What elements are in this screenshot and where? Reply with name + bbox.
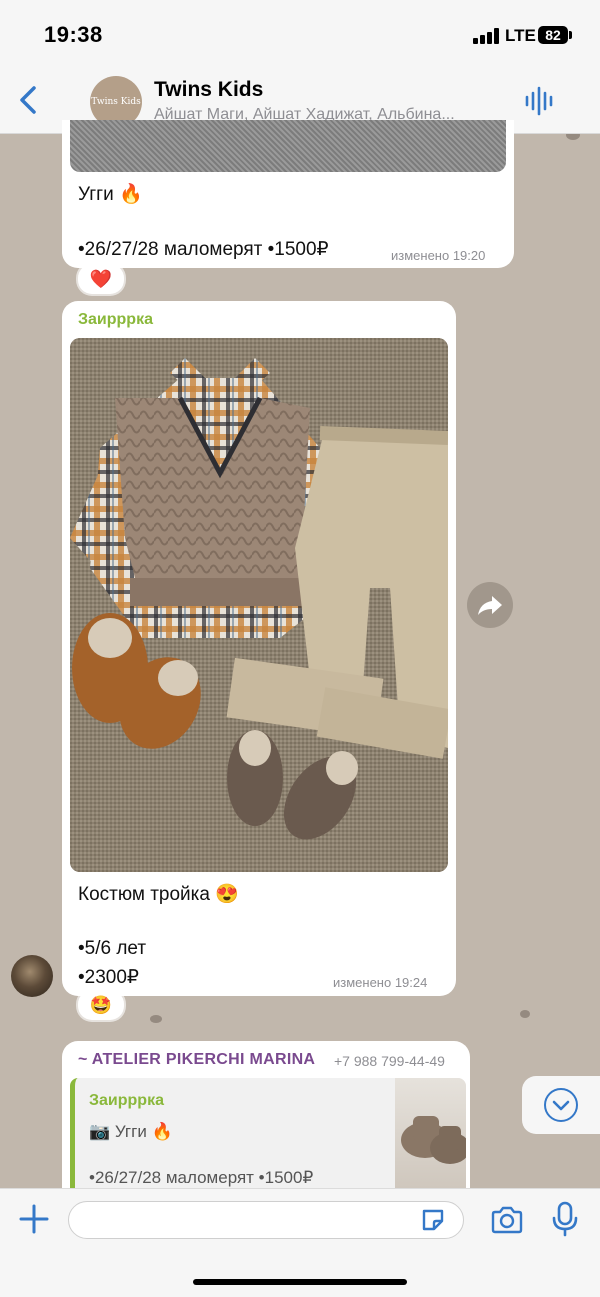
microphone-icon[interactable] — [552, 1201, 578, 1237]
battery-tip — [569, 31, 572, 39]
sender-avatar[interactable] — [11, 955, 53, 997]
message-bubble[interactable]: ~ ATELIER PIKERCHI MARINA +7 988 799-44-… — [62, 1041, 470, 1201]
audio-wave-icon[interactable] — [524, 86, 554, 116]
chat-title[interactable]: Twins Kids — [154, 78, 263, 102]
reaction-badge[interactable]: 🤩 — [78, 990, 124, 1020]
plus-icon[interactable] — [18, 1203, 50, 1235]
forward-button[interactable] — [467, 582, 513, 628]
quote-text: 📷 Угги 🔥 — [89, 1122, 173, 1141]
quote-sender: Заирррка — [89, 1092, 164, 1109]
quote-thumbnail — [395, 1078, 466, 1188]
message-caption: •5/6 лет — [78, 938, 147, 959]
wood-knot — [150, 1015, 162, 1023]
signal-icon — [473, 28, 501, 44]
edited-time: изменено 19:20 — [391, 248, 486, 263]
message-caption: •2300₽ — [78, 967, 140, 988]
message-bubble[interactable]: Угги 🔥 •26/27/28 маломерят •1500₽ измене… — [62, 120, 514, 268]
scroll-to-bottom-button[interactable] — [522, 1076, 600, 1134]
reaction-badge[interactable]: ❤️ — [78, 264, 124, 294]
camera-icon[interactable] — [490, 1205, 524, 1235]
message-input[interactable] — [68, 1201, 464, 1239]
sticker-icon[interactable] — [420, 1207, 446, 1233]
message-text: Угги 🔥 — [78, 184, 143, 205]
message-bubble[interactable]: Заирррка Костюм тройка 😍 •5/6 лет •2300₽… — [62, 301, 456, 996]
quote-text: •26/27/28 маломерят •1500₽ — [89, 1168, 314, 1187]
message-caption: Костюм тройка 😍 — [78, 884, 239, 905]
wood-knot — [520, 1010, 530, 1018]
outfit-photo-illustration — [70, 358, 448, 840]
home-indicator[interactable] — [193, 1279, 407, 1285]
chevron-left-icon[interactable] — [14, 82, 44, 118]
edited-time: изменено 19:24 — [333, 975, 428, 990]
status-bar: 19:38 LTE 82 — [0, 0, 600, 70]
forwarded-from-name[interactable]: ~ ATELIER PIKERCHI MARINA — [78, 1051, 315, 1069]
forwarded-phone[interactable]: +7 988 799-44-49 — [334, 1053, 445, 1069]
quoted-message[interactable]: Заирррка 📷 Угги 🔥 •26/27/28 маломерят •1… — [70, 1078, 466, 1198]
sender-name[interactable]: Заирррка — [78, 311, 153, 329]
chevron-down-icon — [544, 1088, 578, 1122]
battery-icon: 82 — [538, 26, 568, 44]
status-time: 19:38 — [44, 22, 103, 47]
message-text: •26/27/28 маломерят •1500₽ — [78, 239, 329, 260]
message-photo[interactable] — [70, 338, 448, 872]
message-input-bar — [0, 1188, 600, 1297]
network-type: LTE — [505, 26, 536, 45]
forward-arrow-icon — [478, 596, 502, 615]
message-photo[interactable] — [70, 120, 506, 172]
